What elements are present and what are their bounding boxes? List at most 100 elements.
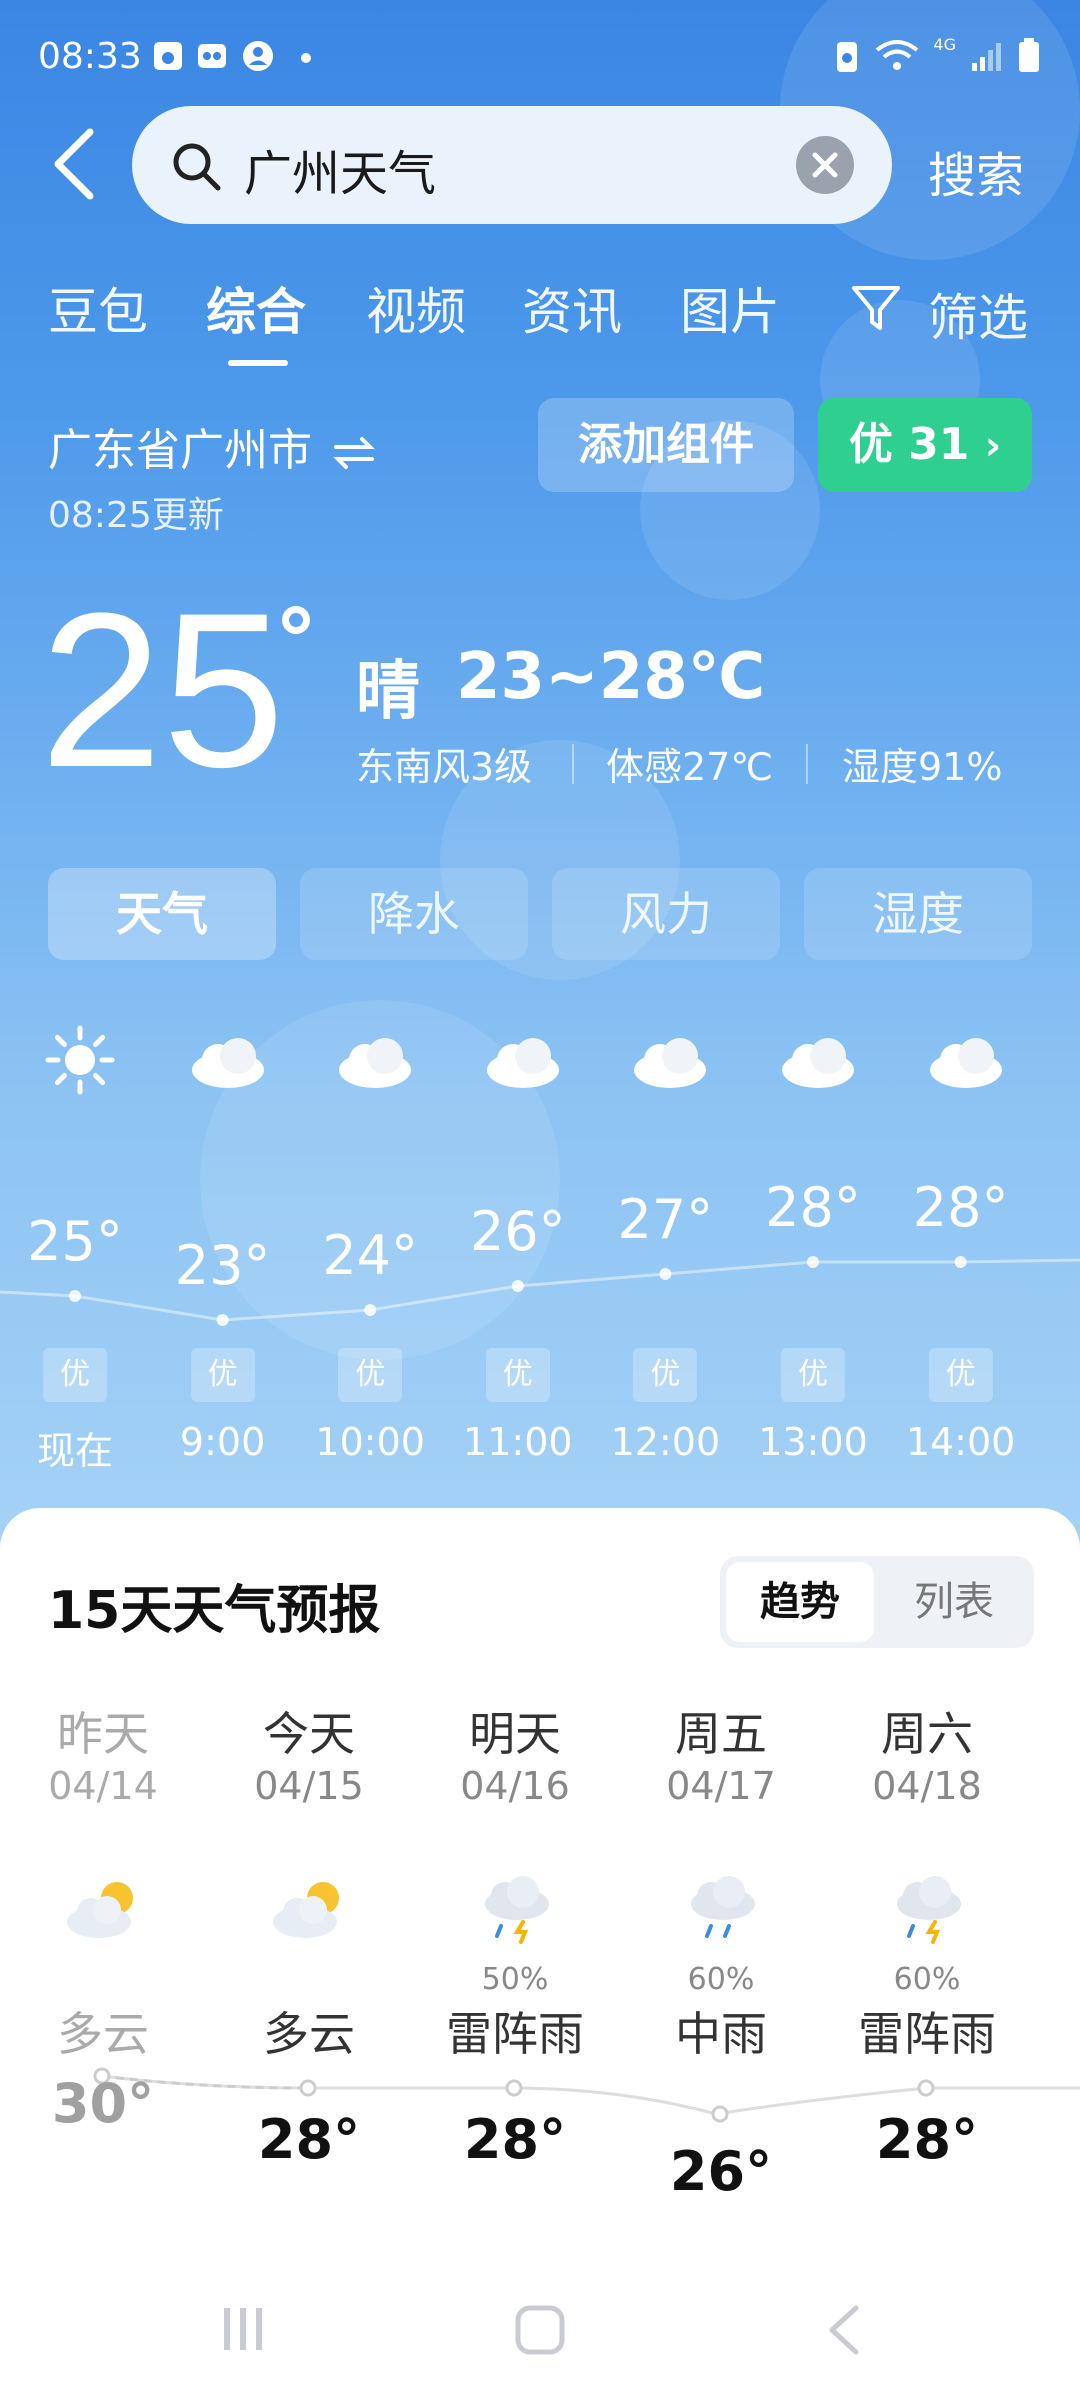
forecast-day[interactable]: 周五 04/17 60% 中雨 26° (618, 1698, 824, 2258)
day-name: 明天 (469, 1707, 561, 1761)
hour-aqi-badge: 优 (338, 1348, 403, 1402)
day-high-temperature: 30° (51, 2072, 155, 2135)
day-date: 04/17 (666, 1764, 776, 1808)
view-toggle: 趋势 列表 (720, 1556, 1034, 1648)
day-name: 今天 (263, 1707, 355, 1761)
chevron-right-icon: › (984, 423, 1002, 469)
day-date: 04/15 (254, 1764, 364, 1808)
hour-aqi-badge: 优 (928, 1348, 993, 1402)
hour-label: 现在 (36, 1429, 113, 1473)
hour-item[interactable]: 26° 优 11:00 (443, 1020, 593, 1490)
forecast-title: 15天天气预报 (48, 1581, 381, 1641)
voicemail-icon (198, 44, 226, 68)
rain-icon (691, 1876, 755, 1938)
wifi-icon (876, 40, 919, 70)
hour-temperature: 27° (617, 1188, 714, 1251)
hour-label: 14:00 (905, 1420, 1016, 1464)
recent-apps-icon[interactable] (218, 2304, 268, 2354)
toggle-list[interactable]: 列表 (880, 1562, 1028, 1642)
feels-like: 体感27℃ (606, 745, 774, 789)
hour-temperature: 24° (322, 1224, 419, 1287)
tab-news[interactable]: 资讯 (522, 272, 622, 344)
hour-item[interactable]: 23° 优 9:00 (148, 1020, 298, 1490)
partly-cloudy-icon (273, 1882, 339, 1938)
filter-icon (852, 286, 900, 330)
day-high-temperature: 28° (463, 2108, 567, 2171)
day-high-temperature: 26° (669, 2140, 773, 2203)
hour-aqi-badge: 优 (485, 1348, 550, 1402)
cloud-icon (339, 1038, 412, 1088)
cloud-icon (634, 1038, 707, 1088)
hour-item[interactable]: 24° 优 10:00 (295, 1020, 445, 1490)
current-temperature: 25 (40, 567, 285, 813)
forecast-day[interactable]: 周六 04/18 60% 雷阵雨 28° (824, 1698, 1030, 2258)
hour-aqi-badge: 优 (190, 1348, 255, 1402)
humidity: 湿度91% (842, 745, 1003, 789)
filter-button[interactable]: 筛选 (850, 278, 1038, 347)
day-high-temperature: 28° (257, 2108, 361, 2171)
tab-video[interactable]: 视频 (366, 272, 466, 344)
back-nav-icon[interactable] (824, 2304, 864, 2356)
day-condition: 多云 (57, 2007, 149, 2061)
hour-temperature: 26° (469, 1200, 566, 1263)
day-date: 04/14 (48, 1764, 158, 1808)
day-condition: 雷阵雨 (446, 2007, 584, 2061)
segment-weather[interactable]: 天气 (48, 868, 276, 960)
forecast-day[interactable]: 昨天 04/14 多云 30° (0, 1698, 206, 2258)
hour-label: 10:00 (315, 1420, 425, 1464)
hour-temperature: 28° (765, 1176, 861, 1239)
navigation-bar (0, 2260, 1080, 2400)
day-high-temperature: 28° (875, 2108, 979, 2171)
clear-icon[interactable] (796, 136, 854, 194)
forecast-day[interactable]: 今天 04/15 多云 28° (206, 1698, 412, 2258)
tab-all[interactable]: 综合 (206, 272, 306, 344)
search-box[interactable]: 广州天气 (132, 106, 892, 224)
day-name: 周六 (881, 1707, 973, 1761)
search-button[interactable]: 搜索 (928, 136, 1024, 206)
hour-item[interactable]: 27° 优 12:00 (590, 1020, 740, 1490)
hour-item[interactable]: 28° 优 13:00 (738, 1020, 888, 1490)
thunderstorm-icon (897, 1876, 961, 1944)
cloud-icon (486, 1038, 559, 1088)
aqi-badge[interactable]: 优 31 › (818, 398, 1032, 492)
home-icon[interactable] (514, 2304, 566, 2356)
battery-saver-icon (837, 42, 858, 72)
tab-filter-label: 筛选 (928, 289, 1028, 347)
hour-label: 11:00 (463, 1420, 573, 1464)
current-condition: 晴 (356, 655, 420, 729)
location-name: 广东省广州市 (48, 425, 312, 476)
divider (806, 744, 808, 784)
segment-precipitation[interactable]: 降水 (300, 868, 528, 960)
hour-temperature: 23° (174, 1234, 271, 1297)
hour-item[interactable]: 28° 优 14:00 (886, 1020, 1036, 1490)
divider (572, 744, 574, 784)
hour-label: 9:00 (179, 1420, 266, 1464)
day-date: 04/16 (460, 1764, 570, 1808)
search-input[interactable]: 广州天气 (244, 134, 436, 204)
switch-icon (333, 437, 375, 469)
cloud-icon (191, 1038, 264, 1088)
status-bar: 08:33 4G (0, 0, 1080, 120)
toggle-trend[interactable]: 趋势 (726, 1562, 874, 1642)
update-time: 08:25更新 (48, 495, 224, 536)
temperature-range: 23~28℃ (456, 640, 766, 714)
precipitation-probability: 50% (481, 1962, 549, 1997)
segment-wind[interactable]: 风力 (552, 868, 780, 960)
tab-images[interactable]: 图片 (680, 272, 780, 344)
category-tabs: 豆包 综合 视频 资讯 图片 筛选 (0, 272, 1080, 372)
day-name: 昨天 (57, 1707, 149, 1761)
hour-label: 13:00 (758, 1420, 868, 1464)
hour-aqi-badge: 优 (633, 1348, 698, 1402)
status-time: 08:33 (38, 36, 142, 77)
aqi-value: 优 31 (848, 419, 970, 470)
location-switch[interactable]: 广东省广州市 (48, 414, 376, 478)
hour-item[interactable]: 25° 优现在 (0, 1020, 150, 1490)
precipitation-probability: 60% (893, 1962, 961, 1997)
segment-humidity[interactable]: 湿度 (804, 868, 1032, 960)
precipitation-probability: 60% (687, 1962, 755, 1997)
add-widget-button[interactable]: 添加组件 (538, 398, 794, 492)
back-icon[interactable] (46, 124, 106, 204)
forecast-day[interactable]: 明天 04/16 50% 雷阵雨 28° (412, 1698, 618, 2258)
tab-doubao[interactable]: 豆包 (48, 272, 148, 344)
hour-temperature: 25° (27, 1210, 123, 1273)
